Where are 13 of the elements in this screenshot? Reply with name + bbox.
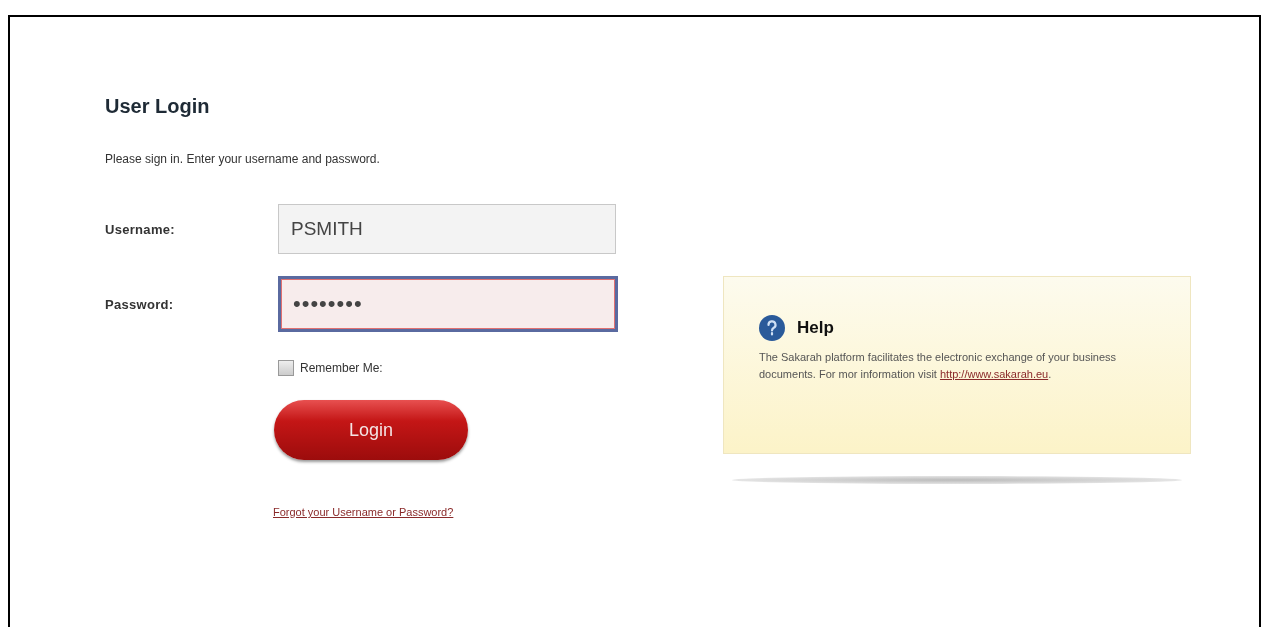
help-text: The Sakarah platform facilitates the electronic exchange of your business documents. For mor information visit http://www.sakarah.eu.	[759, 350, 1118, 382]
instruction-text: Please sign in. Enter your username and password.	[105, 152, 381, 166]
page-title: User Login	[105, 95, 211, 118]
login-button[interactable]: Login	[274, 400, 468, 460]
checkbox-label: Remember Me:	[300, 361, 383, 375]
input-field[interactable]: ••••••••	[278, 276, 618, 332]
help-title: Help	[797, 318, 834, 338]
forgot-link[interactable]: Forgot your Username or Password?	[273, 506, 454, 518]
checkbox[interactable]	[278, 360, 294, 376]
help-icon	[759, 315, 785, 341]
input-field[interactable]: PSMITH	[278, 204, 616, 254]
field-label: Password:	[105, 296, 175, 312]
field-label: Username:	[105, 221, 176, 237]
